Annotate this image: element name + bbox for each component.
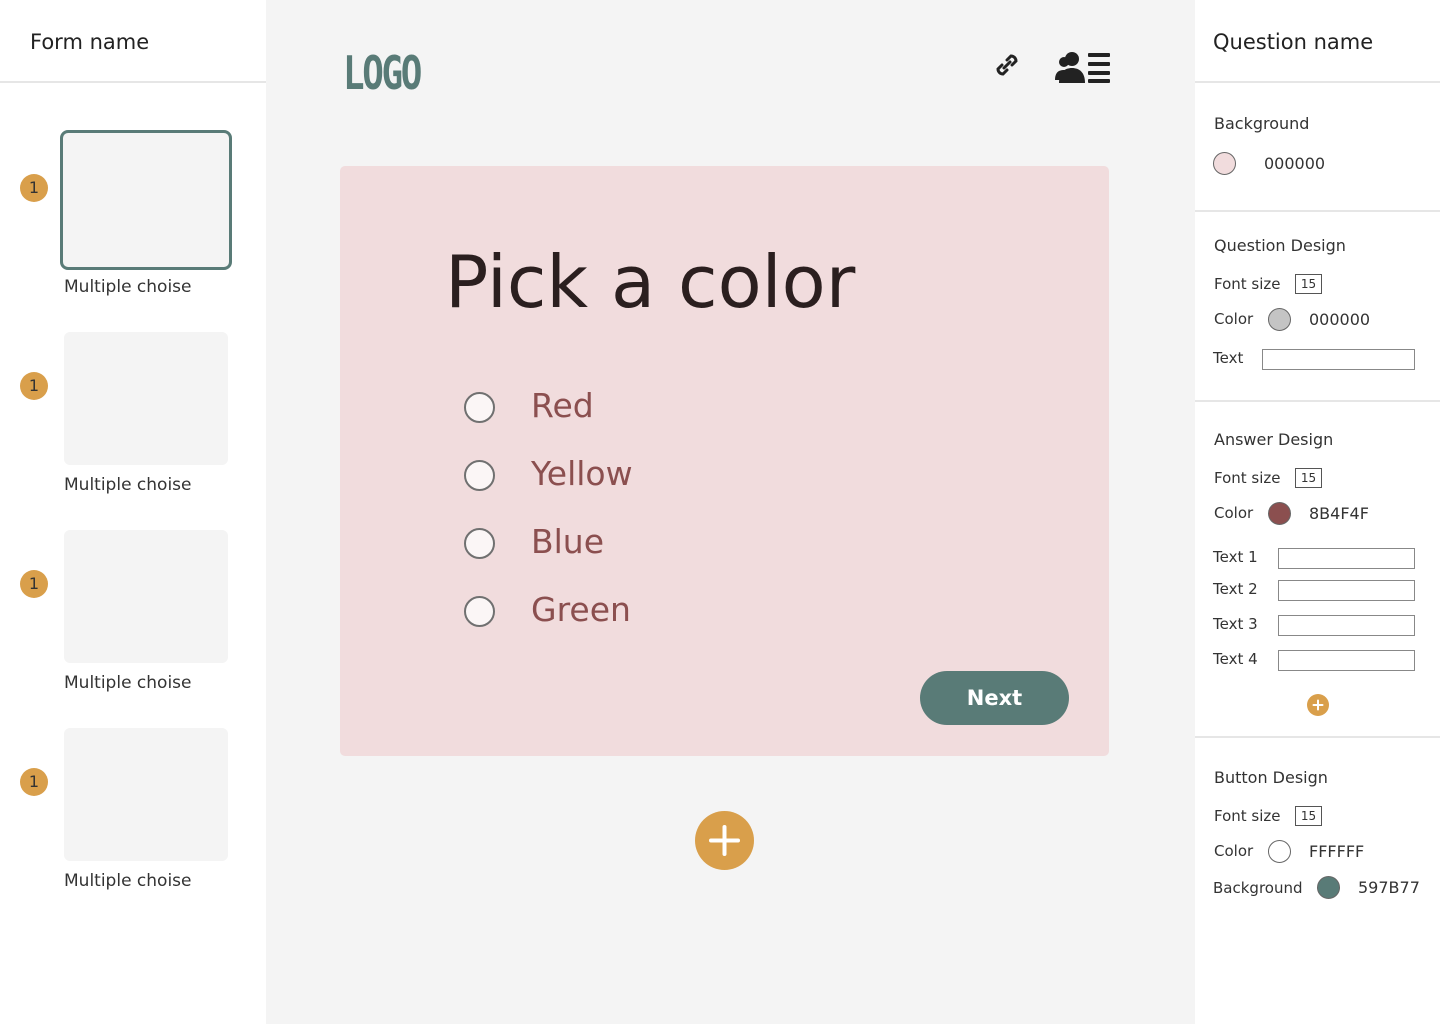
answer-design-title: Answer Design — [1214, 430, 1334, 449]
answer-label: Blue — [531, 522, 605, 561]
background-hex[interactable]: 000000 — [1264, 154, 1325, 173]
answer-text-2-input[interactable] — [1278, 580, 1415, 601]
answer-label: Red — [531, 386, 594, 425]
background-color-swatch[interactable] — [1213, 152, 1236, 175]
radio-button[interactable] — [464, 392, 495, 423]
answer-color-hex[interactable]: 8B4F4F — [1309, 504, 1369, 523]
font-size-label: Font size — [1214, 469, 1281, 487]
answer-text-1-label: Text 1 — [1213, 548, 1258, 566]
slide-thumbnail[interactable] — [64, 530, 228, 663]
radio-button[interactable] — [464, 460, 495, 491]
slides-sidebar: Form name 1 Multiple choise 1 Multiple c… — [0, 0, 266, 1024]
color-label: Color — [1214, 842, 1254, 860]
question-design-title: Question Design — [1214, 236, 1346, 255]
button-font-size-input[interactable]: 15 — [1295, 806, 1322, 826]
answer-label: Yellow — [531, 454, 633, 493]
slide-label: Multiple choise — [64, 277, 192, 297]
text-label: Text — [1213, 349, 1244, 367]
logo: LOGO — [343, 46, 422, 100]
question-preview-card[interactable]: Pick a color Red Yellow Blue Green Next — [340, 166, 1109, 756]
slide-thumbnail[interactable] — [64, 728, 228, 861]
slide-label: Multiple choise — [64, 475, 192, 495]
background-label: Background — [1213, 879, 1303, 897]
color-label: Color — [1214, 310, 1254, 328]
link-icon[interactable] — [990, 48, 1024, 86]
slide-badge: 1 — [20, 372, 48, 400]
next-button[interactable]: Next — [920, 671, 1069, 725]
question-title[interactable]: Pick a color — [445, 240, 855, 324]
answer-color-swatch[interactable] — [1268, 502, 1291, 525]
button-design-title: Button Design — [1214, 768, 1328, 787]
slide-badge: 1 — [20, 570, 48, 598]
add-answer-button[interactable] — [1307, 694, 1329, 716]
slide-label: Multiple choise — [64, 871, 192, 891]
users-list-icon[interactable] — [1055, 50, 1111, 88]
radio-button[interactable] — [464, 596, 495, 627]
divider — [1195, 736, 1440, 738]
divider — [1195, 400, 1440, 402]
answer-text-4-input[interactable] — [1278, 650, 1415, 671]
question-name-title[interactable]: Question name — [1195, 0, 1440, 83]
background-section-title: Background — [1214, 114, 1310, 133]
question-text-input[interactable] — [1262, 349, 1415, 370]
font-size-label: Font size — [1214, 807, 1281, 825]
properties-panel: Question name Background 000000 Question… — [1195, 0, 1440, 1024]
form-name-title[interactable]: Form name — [0, 0, 266, 83]
button-background-swatch[interactable] — [1317, 876, 1340, 899]
button-color-swatch[interactable] — [1268, 840, 1291, 863]
question-font-size-input[interactable]: 15 — [1295, 274, 1322, 294]
slide-label: Multiple choise — [64, 673, 192, 693]
plus-icon — [709, 825, 740, 856]
answer-text-3-label: Text 3 — [1213, 615, 1258, 633]
answer-text-3-input[interactable] — [1278, 615, 1415, 636]
question-color-hex[interactable]: 000000 — [1309, 310, 1370, 329]
slide-badge: 1 — [20, 174, 48, 202]
add-question-button[interactable] — [695, 811, 754, 870]
divider — [1195, 210, 1440, 212]
button-background-hex[interactable]: 597B77 — [1358, 878, 1420, 897]
question-color-swatch[interactable] — [1268, 308, 1291, 331]
radio-button[interactable] — [464, 528, 495, 559]
button-color-hex[interactable]: FFFFFF — [1309, 842, 1364, 861]
answer-text-1-input[interactable] — [1278, 548, 1415, 569]
answer-text-2-label: Text 2 — [1213, 580, 1258, 598]
font-size-label: Font size — [1214, 275, 1281, 293]
plus-icon — [1312, 699, 1324, 711]
slide-thumbnail[interactable] — [64, 332, 228, 465]
slide-thumbnail-active[interactable] — [60, 130, 232, 270]
color-label: Color — [1214, 504, 1254, 522]
slide-badge: 1 — [20, 768, 48, 796]
answer-label: Green — [531, 590, 631, 629]
answer-text-4-label: Text 4 — [1213, 650, 1258, 668]
answer-font-size-input[interactable]: 15 — [1295, 468, 1322, 488]
